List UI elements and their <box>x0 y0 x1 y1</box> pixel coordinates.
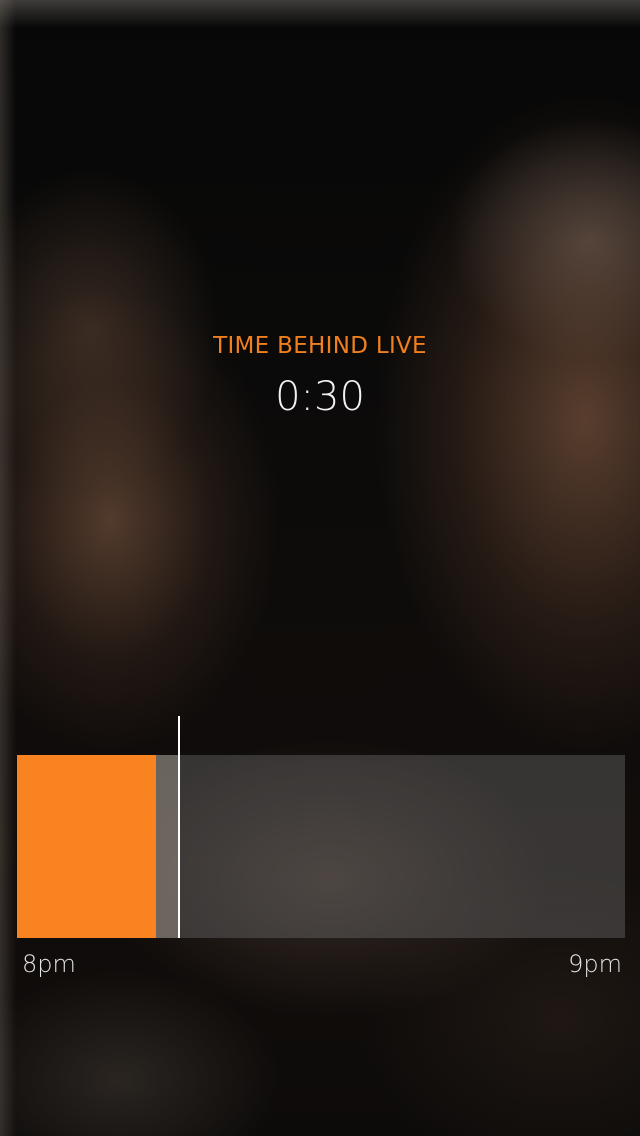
background-edge <box>0 0 16 1136</box>
timeline-played-segment <box>17 755 156 938</box>
time-behind-live-label: TIME BEHIND LIVE <box>213 333 427 359</box>
time-behind-live-value: 0:30 <box>275 374 365 420</box>
background-edge <box>0 0 640 28</box>
timeline-end-label: 9pm <box>568 950 622 978</box>
timeline-start-label: 8pm <box>22 950 76 978</box>
playhead-handle[interactable] <box>178 716 180 938</box>
blurred-video-background <box>0 0 640 1136</box>
player-screen: TIME BEHIND LIVE 0:30 8pm 9pm <box>0 0 640 1136</box>
timeline-scrubber[interactable] <box>17 755 625 938</box>
